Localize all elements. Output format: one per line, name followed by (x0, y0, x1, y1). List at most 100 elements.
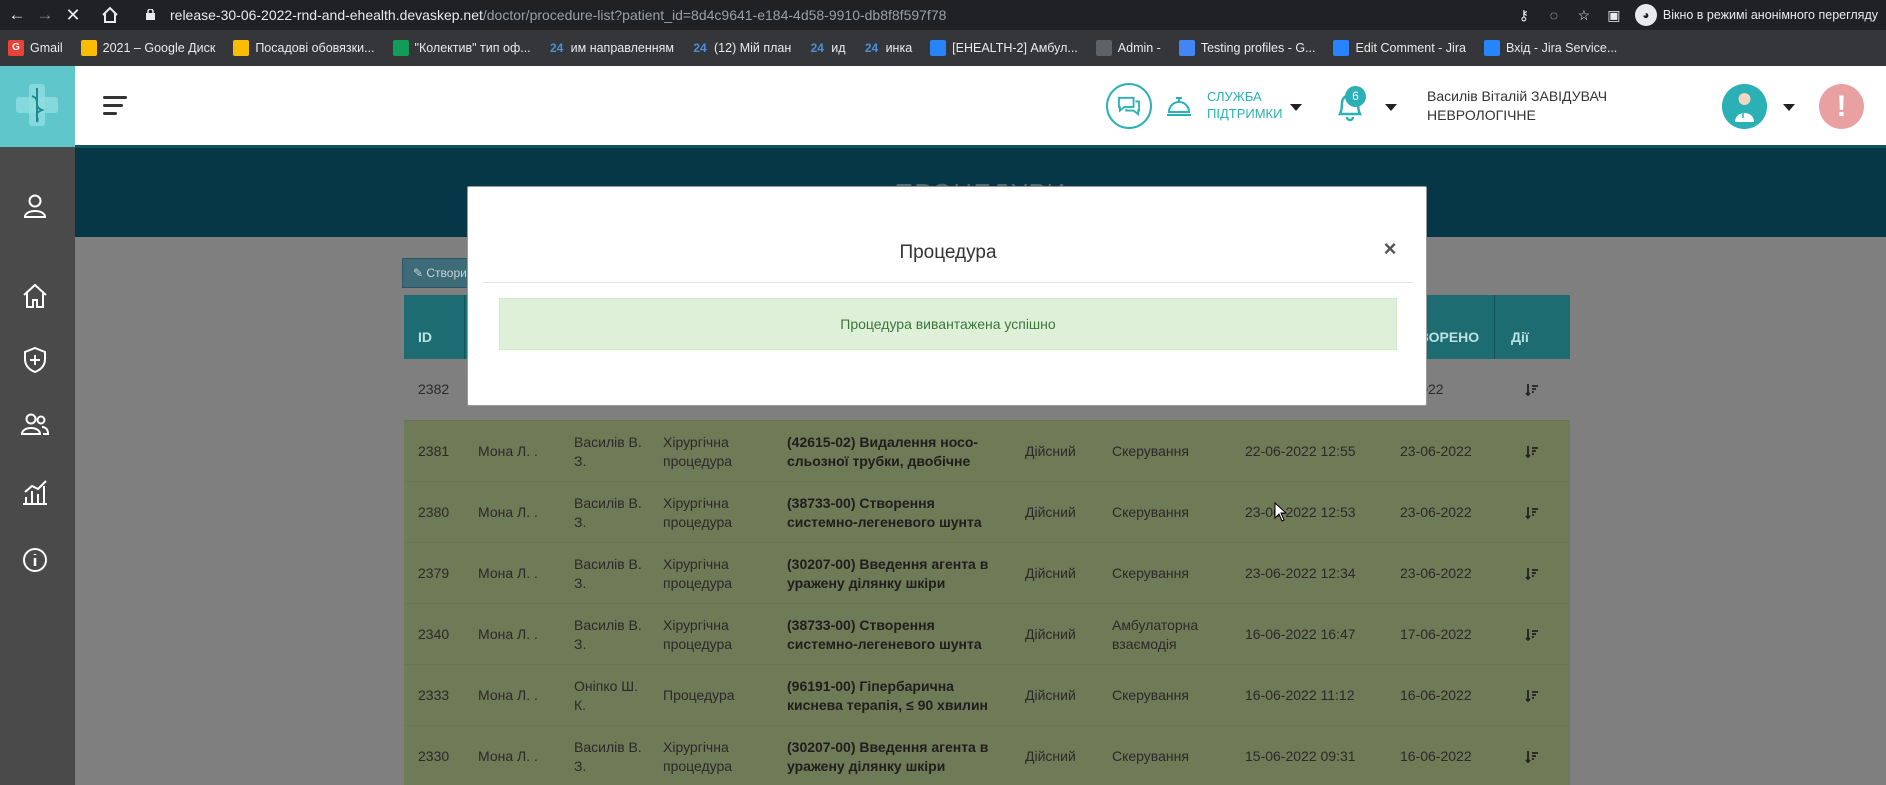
key-icon[interactable]: ⚷ (1515, 6, 1533, 24)
jira-icon (1333, 40, 1350, 56)
bookmarks-bar: G Gmail 2021 – Google Диск Посадові обовязк… (0, 30, 1886, 66)
incognito-indicator[interactable]: ◕ Вікно в режимі анонімного перегляду (1634, 4, 1878, 26)
row-actions[interactable] (1525, 604, 1539, 665)
row-actions[interactable] (1525, 726, 1539, 785)
header-id[interactable]: ID (418, 295, 432, 359)
notifications-caret-icon[interactable] (1385, 104, 1397, 111)
sort-actions-icon[interactable] (1525, 750, 1539, 764)
star-icon[interactable]: ☆ (1575, 6, 1593, 24)
row-actions[interactable] (1525, 665, 1539, 726)
user-caret-icon[interactable] (1783, 104, 1795, 111)
back-arrow-icon[interactable]: ← (6, 4, 28, 26)
stop-loading-icon[interactable]: ✕ (62, 4, 84, 26)
cell-category: Хірургічна процедура (663, 433, 733, 469)
bookmark-item[interactable]: Посадові обовязки... (233, 40, 375, 56)
cell-datetime: 16-06-2022 16:47 (1245, 626, 1356, 642)
row-actions[interactable] (1525, 421, 1539, 482)
info-icon[interactable] (20, 545, 50, 575)
table-body: 23826-20222381Мона Л. .Василів В. З.Хіру… (404, 359, 1570, 785)
globe-icon (1095, 40, 1112, 56)
bookmark-item[interactable]: Admin - (1095, 40, 1161, 56)
bookmark-label: Testing profiles - G... (1200, 41, 1316, 55)
jira-service-icon (1483, 40, 1500, 56)
row-actions[interactable] (1525, 359, 1539, 420)
bookmark-item[interactable]: 2021 – Google Диск (80, 40, 215, 56)
header-created[interactable]: ЗОРЕНО (1420, 295, 1479, 359)
home-icon[interactable] (100, 5, 120, 25)
chat-icon[interactable] (1106, 83, 1152, 129)
table-row[interactable]: 2340 Мона Л. . Василів В. З. Хірургічна про… (404, 603, 1570, 664)
table-row[interactable]: 2333 Мона Л. . Оніпко Ш. К. Процедура (96191… (404, 664, 1570, 725)
header-divider (1494, 295, 1495, 359)
table-row[interactable]: 2380 Мона Л. . Василів В. З. Хірургічна про… (404, 481, 1570, 542)
edit-icon: ✎ (413, 266, 427, 280)
support-caret-icon[interactable] (1290, 104, 1302, 111)
cell-status: Дійсний (1025, 748, 1076, 764)
header-actions: Дії (1511, 329, 1529, 345)
bookmark-item[interactable]: Вхід - Jira Service... (1483, 40, 1618, 56)
menu-toggle-icon[interactable] (103, 96, 127, 115)
url-host: release-30-06-2022-rnd-and-ehealth.devas… (170, 7, 483, 23)
create-button-label: Створи (426, 266, 467, 280)
close-icon[interactable]: × (1380, 237, 1400, 261)
sort-actions-icon[interactable] (1525, 628, 1539, 642)
table-row[interactable]: 2330 Мона Л. . Василів В. З. Хірургічна про… (404, 725, 1570, 785)
user-name: Василів Віталій ЗАВІДУВАЧ (1427, 88, 1608, 104)
cell-id: 2330 (418, 748, 450, 764)
eye-off-icon[interactable]: ◌ (1545, 6, 1563, 24)
table-row[interactable]: 2379 Мона Л. . Василів В. З. Хірургічна про… (404, 542, 1570, 603)
cell-id: 2333 (418, 687, 450, 703)
user-icon[interactable] (20, 191, 50, 221)
bookmark-item[interactable]: "Колектив" тип оф... (392, 40, 531, 56)
cell-created: 16-06-2022 (1400, 748, 1472, 764)
support-link[interactable]: СЛУЖБА ПІДТРИМКИ (1207, 88, 1282, 122)
sort-actions-icon[interactable] (1525, 506, 1539, 520)
logo[interactable] (0, 66, 75, 147)
bookmark-label: им направленням (570, 41, 675, 55)
users-icon[interactable] (20, 409, 50, 439)
side-panel-icon[interactable]: ▣ (1605, 6, 1623, 24)
header-divider (464, 295, 465, 359)
drive-icon (80, 40, 97, 56)
bookmark-item[interactable]: 24 (12) Мій план (692, 40, 791, 56)
cell-category: Хірургічна процедура (663, 616, 733, 652)
url-path: /doctor/procedure-list?patient_id=8d4c96… (482, 7, 947, 23)
user-info[interactable]: Василів Віталій ЗАВІДУВАЧ НЕВРОЛОГІЧНЕ (1427, 87, 1607, 125)
cell-patient: Мона Л. . (478, 687, 538, 703)
address-bar[interactable]: release-30-06-2022-rnd-and-ehealth.devas… (170, 0, 946, 30)
bookmark-item[interactable]: G Gmail (8, 40, 63, 56)
cell-created: 23-06-2022 (1400, 443, 1472, 459)
browser-toolbar: ← → ✕ release-30-06-2022-rnd-and-ehealth… (0, 0, 1886, 30)
bookmark-label: Edit Comment - Jira (1355, 41, 1466, 55)
cell-category: Хірургічна процедура (663, 738, 733, 774)
cell-doctor: Василів В. З. (574, 738, 642, 774)
bookmark-label: Вхід - Jira Service... (1505, 41, 1618, 55)
bookmark-item[interactable]: 24 им направленням (549, 40, 674, 56)
home-nav-icon[interactable] (20, 281, 50, 311)
drive-icon (233, 40, 250, 56)
bookmark-item[interactable]: [EHEALTH-2] Амбул... (930, 40, 1078, 56)
cell-created: 23-06-2022 (1400, 565, 1472, 581)
cell-patient: Мона Л. . (478, 626, 538, 642)
sort-actions-icon[interactable] (1525, 383, 1539, 397)
row-actions[interactable] (1525, 482, 1539, 543)
sort-actions-icon[interactable] (1525, 445, 1539, 459)
bookmark-item[interactable]: 24 инка (864, 40, 912, 56)
forward-arrow-icon[interactable]: → (34, 4, 56, 26)
bookmark-item[interactable]: 24 ид (809, 40, 846, 56)
table-row[interactable]: 2381 Мона Л. . Василів В. З. Хірургічна про… (404, 420, 1570, 481)
service-bell-icon[interactable] (1165, 91, 1193, 119)
row-actions[interactable] (1525, 543, 1539, 604)
bookmark-item[interactable]: Edit Comment - Jira (1333, 40, 1466, 56)
sort-actions-icon[interactable] (1525, 689, 1539, 703)
cell-doctor: Василів В. З. (574, 494, 642, 530)
support-label-2: ПІДТРИМКИ (1207, 106, 1283, 121)
incognito-icon: ◕ (1634, 4, 1657, 26)
avatar[interactable] (1722, 84, 1767, 129)
analytics-icon[interactable] (20, 477, 50, 507)
sort-actions-icon[interactable] (1525, 567, 1539, 581)
medical-shield-icon[interactable] (20, 345, 50, 375)
bookmark-item[interactable]: Testing profiles - G... (1178, 40, 1316, 56)
alert-button[interactable]: ! (1819, 84, 1864, 129)
sheets-icon (392, 40, 409, 56)
